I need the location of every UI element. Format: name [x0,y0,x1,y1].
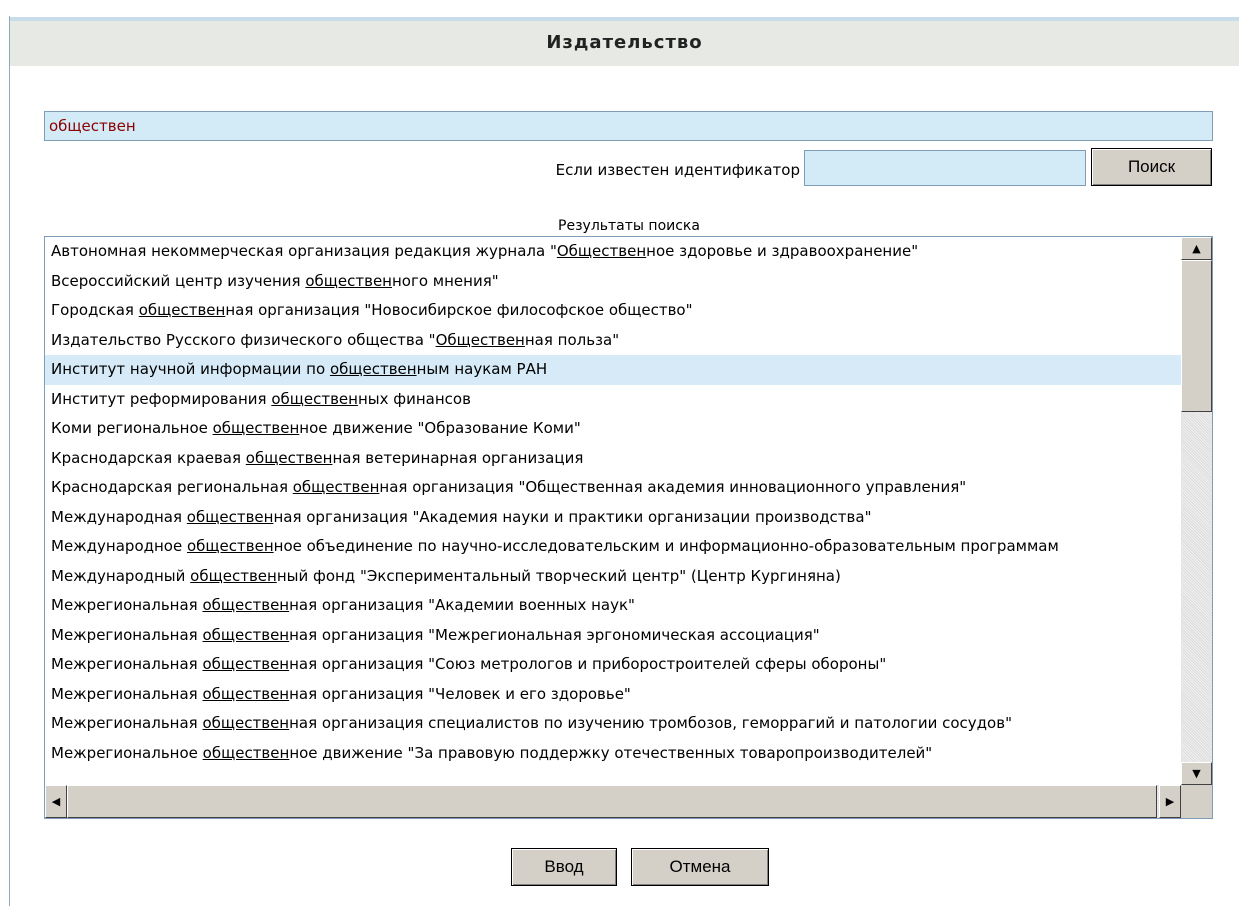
result-item[interactable]: Межрегиональная общественная организация… [45,621,1181,651]
result-item-text: Институт научной информации по [51,360,330,378]
publisher-search-input[interactable] [44,111,1213,141]
result-item[interactable]: Международный общественный фонд "Экспери… [45,562,1181,592]
result-item-text: Коми региональное [51,419,213,437]
horizontal-scrollbar[interactable]: ◀ ▶ [45,785,1181,818]
result-item[interactable]: Институт реформирования общественных фин… [45,385,1181,415]
result-item-text: Городская [51,301,139,319]
window-top-strip [0,0,1239,16]
scroll-right-icon[interactable]: ▶ [1159,785,1181,818]
result-item-match: обществен [202,684,290,703]
result-item[interactable]: Коми региональное общественное движение … [45,414,1181,444]
result-item-text: ная польза" [524,330,620,349]
result-item-match: обществен [245,448,333,467]
result-item-match: обществен [202,743,290,762]
result-item-text: ное объединение по научно-исследовательс… [273,537,1059,555]
result-item-text: ных финансов [357,389,471,408]
results-list: Автономная некоммерческая организация ре… [45,237,1181,783]
result-item-match: обществен [186,537,274,555]
result-item-text: ная организация "Академии военных наук" [289,596,635,614]
result-item-text: Международная [51,507,187,526]
result-item-match: обществен [202,714,290,732]
result-item[interactable]: Издательство Русского физического общест… [45,326,1181,356]
window-left-border [9,16,10,906]
scrollbar-corner [1181,785,1212,818]
result-item-text: Межрегиональная [51,655,203,673]
result-item[interactable]: Автономная некоммерческая организация ре… [45,237,1181,267]
result-item[interactable]: Межрегиональное общественное движение "З… [45,739,1181,769]
result-item-match: обществен [138,301,226,319]
result-item-text: ная организация специалистов по изучению… [289,714,1012,732]
result-item-text: ная организация "Новосибирское философск… [225,301,693,319]
result-item-match: обществен [292,478,380,496]
result-item-text: ная организация "Союз метрологов и прибо… [289,655,887,673]
result-item-text: Международный [51,566,191,585]
result-item-text: ная организация "Общественная академия и… [379,478,967,496]
result-item-text: ная организация "Человек и его здоровье" [289,684,631,703]
result-item-text: ным наукам РАН [416,360,548,378]
result-item-text: ного мнения" [392,271,499,290]
result-item-match: обществен [190,566,277,585]
result-item[interactable]: Международное общественное объединение п… [45,532,1181,562]
results-caption: Результаты поиска [558,218,700,234]
result-item[interactable]: Институт научной информации по обществен… [45,355,1181,385]
result-item-match: обществен [271,389,358,408]
result-item-text: Краснодарская региональная [51,478,293,496]
result-item-match: обществен [186,507,274,526]
result-item-match: обществен [305,271,392,290]
result-item[interactable]: Краснодарская региональная общественная … [45,473,1181,503]
result-item-text: ное движение "Образование Коми" [299,419,581,437]
result-item-text: Межрегиональная [51,684,203,703]
result-item[interactable]: Всероссийский центр изучения общественно… [45,267,1181,297]
result-item-match: Обществен [556,242,647,260]
result-item-text: ная организация "Межрегиональная эргоном… [289,625,820,644]
result-item-match: обществен [202,596,290,614]
cancel-button[interactable]: Отмена [631,848,769,886]
identifier-input[interactable] [804,150,1086,186]
result-item[interactable]: Краснодарская краевая общественная ветер… [45,444,1181,474]
result-item-text: Институт реформирования [51,389,272,408]
result-item-text: Межрегиональная [51,625,203,644]
result-item-text: ный фонд "Экспериментальный творческий ц… [276,566,841,585]
result-item-text: Издательство Русского физического общест… [51,330,436,349]
result-item[interactable]: Межрегиональная общественная организация… [45,680,1181,710]
result-item-text: Краснодарская краевая [51,448,246,467]
result-item[interactable]: Межрегиональная общественная организация… [45,650,1181,680]
horizontal-scroll-thumb[interactable] [67,785,1157,818]
vertical-scroll-thumb[interactable] [1181,260,1212,412]
result-item-text: ное здоровье и здравоохранение" [646,242,919,260]
result-item-text: ная организация "Академия науки и практи… [273,507,872,526]
vertical-scrollbar[interactable]: ▲ ▼ [1181,237,1212,785]
identifier-label: Если известен идентификатор [555,161,800,179]
ok-button[interactable]: Ввод [511,848,617,886]
result-item-text: ное движение "За правовую поддержку отеч… [289,743,933,762]
result-item-text: Автономная некоммерческая организация ре… [51,242,557,260]
result-item-match: Обществен [435,330,525,349]
results-listbox[interactable]: Автономная некоммерческая организация ре… [44,236,1213,819]
result-item-match: обществен [202,625,290,644]
result-item[interactable]: Межрегиональная общественная организация… [45,709,1181,739]
dialog-title: Издательство [10,17,1239,66]
result-item-text: ная ветеринарная организация [332,448,584,467]
result-item[interactable]: Городская общественная организация "Ново… [45,296,1181,326]
search-button[interactable]: Поиск [1091,148,1212,186]
result-item-text: Всероссийский центр изучения [51,271,306,290]
result-item-match: обществен [202,655,290,673]
result-item-text: Межрегиональная [51,714,203,732]
result-item-match: обществен [329,360,417,378]
result-item-match: обществен [212,419,300,437]
result-item[interactable]: Межрегиональная общественная организация… [45,591,1181,621]
result-item-text: Международное [51,537,187,555]
result-item-text: Межрегиональное [51,743,203,762]
result-item[interactable]: Международная общественная организация "… [45,503,1181,533]
result-item-text: Межрегиональная [51,596,203,614]
scroll-left-icon[interactable]: ◀ [45,785,67,818]
scroll-up-icon[interactable]: ▲ [1181,237,1212,260]
scroll-down-icon[interactable]: ▼ [1181,762,1212,785]
